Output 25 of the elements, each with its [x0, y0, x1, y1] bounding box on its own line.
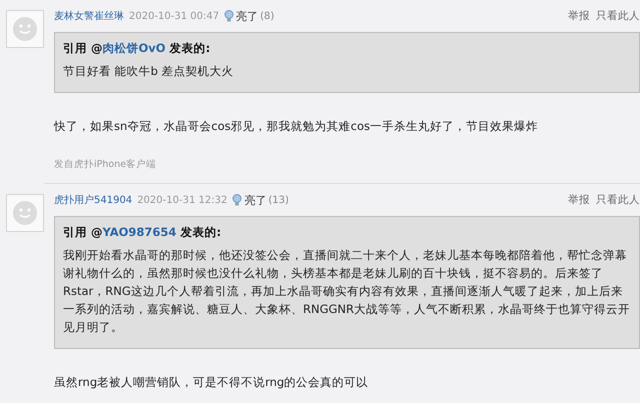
smiley-icon: [12, 16, 38, 42]
username-link[interactable]: 麦林女警崔丝琳: [54, 9, 124, 23]
post-time: 2020-10-31 12:32: [137, 194, 228, 206]
reply-text: 快了，如果sn夺冠，水晶哥会cos邪见，那我就勉为其难cos一手杀生丸好了，节目效果爆炸: [54, 119, 539, 134]
quote-header: 引用 @肉松饼OvO 发表的:: [63, 41, 212, 56]
quoted-user-link[interactable]: 肉松饼OvO: [102, 41, 166, 55]
quote-header: 引用 @YAO987654 发表的:: [63, 225, 222, 240]
action-link[interactable]: 只看此人: [596, 193, 640, 207]
quote-text: 我刚开始看水晶哥的那时候，他还没签公会，直播间就二十来个人，老妹儿基本每晚都陪着他，帮忙念弹幕谢礼物什么的，虽然那时候也没什么礼物，头榜基本都是老妹儿刷的百十块钱，挺不容易的。后来签了Rstar，RNG这边几个人帮着引流，再加上水晶哥确实有内容有效果，直播间逐渐人气暖了起来，加上后来一系列的活动，嘉宾解说、糖豆人、大象杯、RNGGNR大战等等，人气不断积累，水晶哥终于也算守得云开见月明了。: [63, 247, 631, 336]
action-link[interactable]: 只看此人: [596, 9, 640, 23]
light-count: (13): [268, 194, 289, 206]
quoted-user-link[interactable]: YAO987654: [102, 225, 176, 239]
light-count: (8): [260, 10, 274, 22]
smiley-icon: [12, 200, 38, 226]
light-button[interactable]: 亮了: [244, 192, 266, 208]
username-link[interactable]: 虎扑用户541904: [54, 193, 132, 207]
lightbulb-icon[interactable]: [232, 194, 242, 206]
source-note: 发自虎扑iPhone客户端: [54, 158, 158, 171]
reply-text: 虽然rng老被人嘲营销队，可是不得不说rng的公会真的可以: [54, 375, 370, 390]
quote-text: 节目好看 能吹牛b 差点契机大火: [63, 63, 235, 80]
action-link[interactable]: 举报: [568, 193, 590, 207]
light-button[interactable]: 亮了: [236, 8, 258, 24]
lightbulb-icon[interactable]: [224, 10, 234, 22]
action-link[interactable]: 举报: [568, 9, 590, 23]
post-time: 2020-10-31 00:47: [129, 10, 220, 22]
